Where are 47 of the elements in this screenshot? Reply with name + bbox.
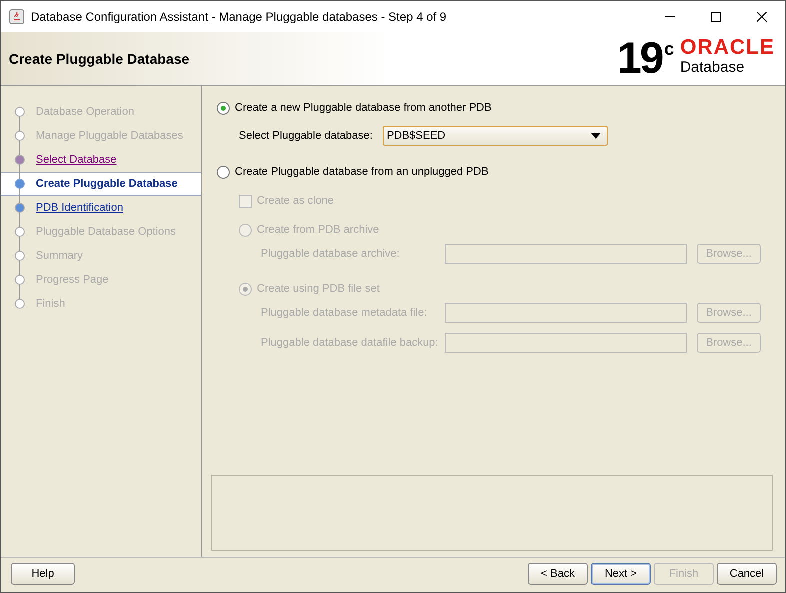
field-label: Pluggable database metadata file: xyxy=(261,307,428,319)
field-label: Pluggable database datafile backup: xyxy=(261,337,440,349)
logo-brand: ORACLE xyxy=(680,36,775,58)
option-label: Create a new Pluggable database from another PDB xyxy=(235,102,492,114)
field-label: Pluggable database archive: xyxy=(261,248,401,260)
page-title: Create Pluggable Database xyxy=(9,50,190,66)
step-label: Create Pluggable Database xyxy=(36,178,178,190)
dropdown-arrow-icon xyxy=(590,133,601,139)
radio-button[interactable] xyxy=(217,166,230,178)
field-label: Select Pluggable database: xyxy=(239,130,373,142)
option-label: Create using PDB file set xyxy=(257,283,380,295)
step-label: Database Operation xyxy=(36,106,134,118)
nav-button[interactable]: < Back xyxy=(528,563,588,585)
path-input-field[interactable] xyxy=(445,333,687,353)
step-label[interactable]: PDB Identification xyxy=(36,202,124,214)
step-node-icon xyxy=(14,226,26,238)
close-icon[interactable] xyxy=(757,12,767,22)
step-node-icon xyxy=(14,250,26,262)
step-label: Pluggable Database Options xyxy=(36,226,176,238)
step-node-icon xyxy=(14,202,26,214)
step-label: Summary xyxy=(36,250,84,262)
step-label[interactable]: Select Database xyxy=(36,154,117,166)
path-input-field[interactable] xyxy=(445,244,687,264)
step-node-icon xyxy=(14,274,26,286)
help-button[interactable]: Help xyxy=(11,563,75,585)
nav-button[interactable]: Cancel xyxy=(717,563,777,585)
step-node-icon xyxy=(14,178,26,190)
logo-version: 19 xyxy=(617,36,662,80)
step-label: Manage Pluggable Databases xyxy=(36,130,184,142)
maximize-icon[interactable] xyxy=(711,12,721,22)
option-label: Create from PDB archive xyxy=(257,224,380,236)
pdb-dropdown[interactable]: PDB$SEED xyxy=(382,126,608,146)
step-label: Finish xyxy=(36,298,66,310)
logo-product: Database xyxy=(680,58,746,76)
logo-suffix: c xyxy=(664,38,674,60)
option-label: Create as clone xyxy=(257,195,334,207)
java-app-icon xyxy=(9,8,25,24)
window-title: Database Configuration Assistant - Manage Pluggable databases - Step 4 of 9 xyxy=(31,10,447,24)
step-label: Progress Page xyxy=(36,274,109,286)
option-label: Create Pluggable database from an unplugged PDB xyxy=(235,166,489,178)
step-node-icon xyxy=(14,154,26,166)
step-node-icon xyxy=(14,130,26,142)
path-input-field[interactable] xyxy=(445,303,687,323)
step-node-icon xyxy=(14,298,26,310)
step-node-icon xyxy=(14,106,26,118)
nav-button[interactable]: Next > xyxy=(591,563,651,585)
radio-button[interactable] xyxy=(217,102,230,114)
